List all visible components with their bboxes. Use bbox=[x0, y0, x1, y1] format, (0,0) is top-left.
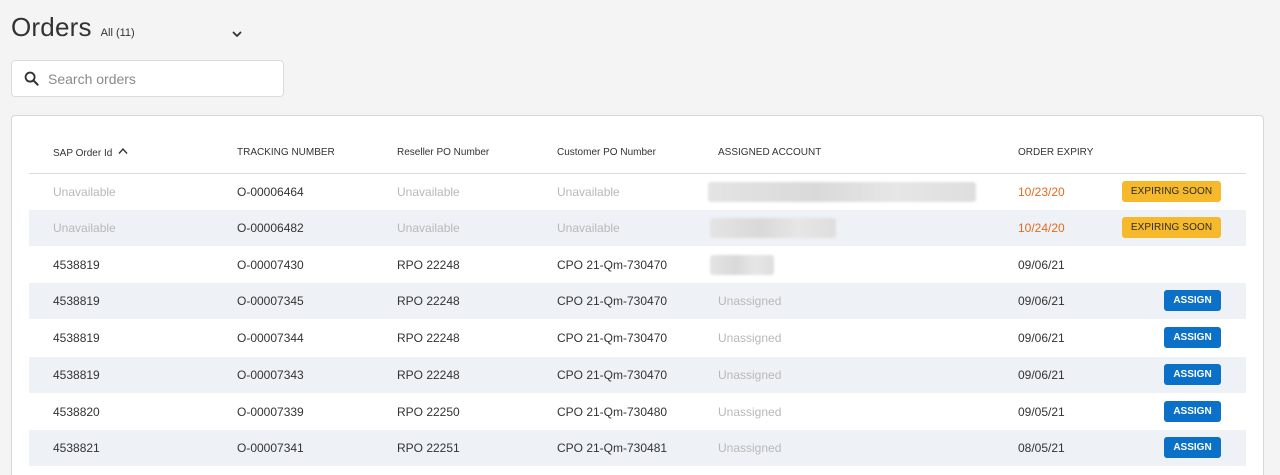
assigned-account: Unassigned bbox=[718, 368, 782, 382]
order-expiry: 09/06/21 bbox=[1018, 368, 1065, 382]
assign-button[interactable]: ASSIGN bbox=[1164, 437, 1221, 458]
tracking-number: O-00007430 bbox=[237, 258, 304, 272]
assigned-account-redacted bbox=[708, 182, 976, 202]
tracking-number: O-00006482 bbox=[237, 221, 304, 235]
column-header-reseller-po[interactable]: Reseller PO Number bbox=[397, 147, 489, 158]
customer-po: CPO 21-Qm-730470 bbox=[557, 294, 668, 308]
customer-po: CPO 21-Qm-730480 bbox=[557, 405, 668, 419]
sap-order-id: 4538820 bbox=[53, 405, 100, 419]
reseller-po: RPO 22248 bbox=[397, 294, 460, 308]
customer-po: CPO 21-Qm-730481 bbox=[557, 441, 668, 455]
assigned-account: Unassigned bbox=[718, 405, 782, 419]
order-expiry: 10/24/20 bbox=[1018, 221, 1065, 235]
table-row[interactable]: 4538819 O-00007345 RPO 22248 CPO 21-Qm-7… bbox=[29, 283, 1246, 319]
table-row[interactable]: 4538819 O-00007430 RPO 22248 CPO 21-Qm-7… bbox=[29, 247, 1246, 283]
sap-order-id: 4538821 bbox=[53, 441, 100, 455]
customer-po: Unavailable bbox=[557, 221, 620, 235]
sort-ascending-icon bbox=[118, 147, 128, 154]
reseller-po: RPO 22248 bbox=[397, 368, 460, 382]
customer-po: CPO 21-Qm-730470 bbox=[557, 331, 668, 345]
assigned-account: Unassigned bbox=[718, 294, 782, 308]
sap-order-id: 4538819 bbox=[53, 294, 100, 308]
expiring-soon-badge: EXPIRING SOON bbox=[1122, 217, 1221, 238]
search-icon bbox=[24, 71, 39, 86]
reseller-po: RPO 22248 bbox=[397, 258, 460, 272]
table-row[interactable]: 4538821 O-00007341 RPO 22251 CPO 21-Qm-7… bbox=[29, 430, 1246, 466]
tracking-number: O-00006464 bbox=[237, 185, 304, 199]
reseller-po: Unavailable bbox=[397, 221, 460, 235]
customer-po: Unavailable bbox=[557, 185, 620, 199]
reseller-po: RPO 22248 bbox=[397, 331, 460, 345]
page-header: Orders All (11) bbox=[11, 12, 135, 43]
order-expiry: 08/05/21 bbox=[1018, 441, 1065, 455]
column-label: SAP Order Id bbox=[53, 148, 113, 159]
column-header-sap-order-id[interactable]: SAP Order Id bbox=[53, 147, 128, 159]
column-header-order-expiry[interactable]: ORDER EXPIRY bbox=[1018, 147, 1093, 158]
reseller-po: Unavailable bbox=[397, 185, 460, 199]
tracking-number: O-00007339 bbox=[237, 405, 304, 419]
customer-po: CPO 21-Qm-730470 bbox=[557, 368, 668, 382]
sap-order-id: Unavailable bbox=[53, 221, 116, 235]
table-header: SAP Order Id TRACKING NUMBER Reseller PO… bbox=[29, 135, 1246, 174]
assign-button[interactable]: ASSIGN bbox=[1164, 290, 1221, 311]
assigned-account: Unassigned bbox=[718, 331, 782, 345]
table-row[interactable]: 4538819 O-00007344 RPO 22248 CPO 21-Qm-7… bbox=[29, 320, 1246, 356]
page-title: Orders bbox=[11, 12, 92, 42]
assigned-account: Unassigned bbox=[718, 441, 782, 455]
sap-order-id: 4538819 bbox=[53, 258, 100, 272]
reseller-po: RPO 22251 bbox=[397, 441, 460, 455]
customer-po: CPO 21-Qm-730470 bbox=[557, 258, 668, 272]
assigned-account-redacted bbox=[710, 218, 836, 238]
assigned-account-redacted bbox=[710, 255, 774, 275]
sap-order-id: 4538819 bbox=[53, 368, 100, 382]
expiring-soon-badge: EXPIRING SOON bbox=[1122, 181, 1221, 202]
sap-order-id: 4538819 bbox=[53, 331, 100, 345]
order-expiry: 09/06/21 bbox=[1018, 294, 1065, 308]
sap-order-id: Unavailable bbox=[53, 185, 116, 199]
table-row[interactable]: 4538820 O-00007339 RPO 22250 CPO 21-Qm-7… bbox=[29, 394, 1246, 430]
column-header-customer-po[interactable]: Customer PO Number bbox=[557, 147, 656, 158]
order-expiry: 09/06/21 bbox=[1018, 331, 1065, 345]
table-row[interactable]: 4538819 O-00007343 RPO 22248 CPO 21-Qm-7… bbox=[29, 357, 1246, 393]
order-expiry: 09/06/21 bbox=[1018, 258, 1065, 272]
assign-button[interactable]: ASSIGN bbox=[1164, 327, 1221, 348]
table-row[interactable]: Unavailable O-00006482 Unavailable Unava… bbox=[29, 210, 1246, 246]
orders-table-card: SAP Order Id TRACKING NUMBER Reseller PO… bbox=[11, 115, 1264, 475]
tracking-number: O-00007345 bbox=[237, 294, 304, 308]
filter-select[interactable]: All (11) bbox=[101, 27, 135, 39]
chevron-down-icon[interactable] bbox=[231, 28, 243, 40]
tracking-number: O-00007343 bbox=[237, 368, 304, 382]
tracking-number: O-00007344 bbox=[237, 331, 304, 345]
order-expiry: 10/23/20 bbox=[1018, 185, 1065, 199]
tracking-number: O-00007341 bbox=[237, 441, 304, 455]
assign-button[interactable]: ASSIGN bbox=[1164, 364, 1221, 385]
search-box[interactable] bbox=[11, 60, 284, 97]
column-header-assigned-account[interactable]: ASSIGNED ACCOUNT bbox=[718, 147, 821, 158]
column-header-tracking-number[interactable]: TRACKING NUMBER bbox=[237, 147, 335, 158]
assign-button[interactable]: ASSIGN bbox=[1164, 401, 1221, 422]
order-expiry: 09/05/21 bbox=[1018, 405, 1065, 419]
table-row[interactable]: Unavailable O-00006464 Unavailable Unava… bbox=[29, 174, 1246, 210]
search-input[interactable] bbox=[48, 70, 268, 87]
reseller-po: RPO 22250 bbox=[397, 405, 460, 419]
